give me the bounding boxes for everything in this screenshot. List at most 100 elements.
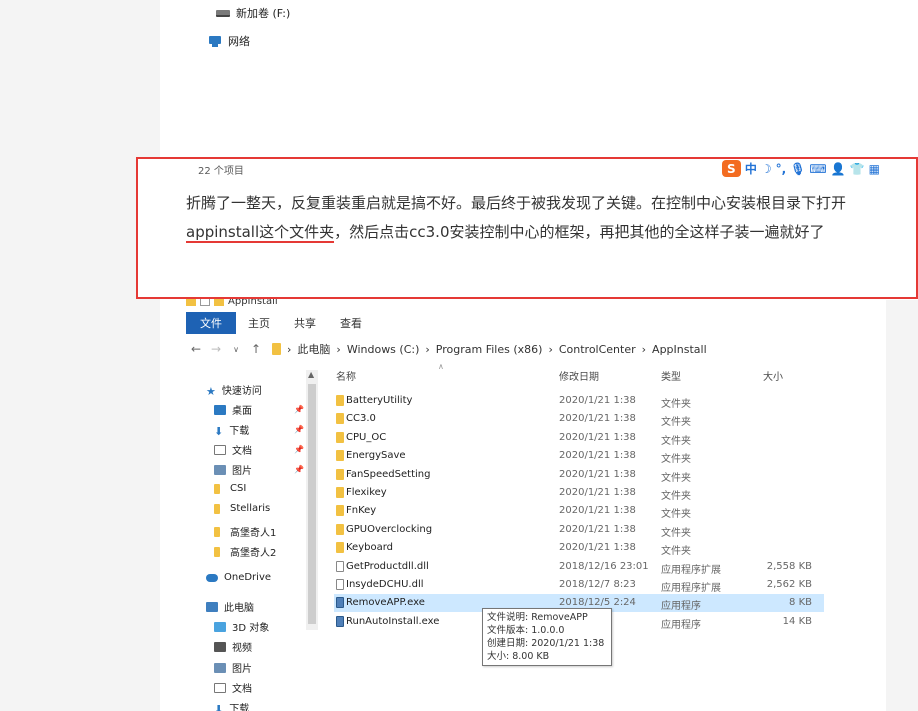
folder-icon (336, 431, 344, 443)
nav-documents-2[interactable]: 文档 (214, 680, 324, 695)
breadcrumb-controlcenter[interactable]: ControlCenter (559, 343, 636, 356)
breadcrumb-separator-icon: › (641, 342, 647, 356)
file-modified: 2020/1/21 1:38 (559, 542, 636, 554)
breadcrumb-program-files[interactable]: Program Files (x86) (436, 343, 543, 356)
table-row[interactable]: GetProductdll.dll 2018/12/16 23:01 应用程序扩展 2… (334, 558, 824, 576)
file-modified: 2020/1/21 1:38 (559, 505, 636, 517)
breadcrumb-this-pc[interactable]: 此电脑 (297, 341, 330, 357)
tab-view[interactable]: 查看 (328, 312, 374, 334)
table-row[interactable]: Keyboard 2020/1/21 1:38 文件夹 (334, 539, 824, 557)
post-comment: 折腾了一整天，反复重装重启就是搞不好。最后终于被我发现了关键。在控制中心安装根目… (186, 189, 896, 247)
file-modified: 2020/1/21 1:38 (559, 450, 636, 462)
folder-icon (336, 523, 344, 535)
pin-icon: 📌 (294, 445, 304, 454)
ime-toolbar: S 中 ☽ °, 🎙 ⌨ 👤 👕 ▦ (721, 160, 880, 177)
table-row[interactable]: FanSpeedSetting 2020/1/21 1:38 文件夹 (334, 466, 824, 484)
nav-downloads-2[interactable]: ⬇ 下载 (214, 700, 324, 711)
up-arrow-icon[interactable]: ↑ (246, 342, 266, 356)
file-name: FnKey (346, 505, 377, 517)
navigation-pane: ★ 快速访问 桌面 📌 ⬇ 下载 📌 文档 📌 图片 📌 CSI Stellar… (186, 370, 318, 711)
file-size: 14 KB (782, 615, 812, 627)
nav-onedrive[interactable]: OneDrive (206, 572, 316, 583)
nav-videos[interactable]: 视频 (214, 639, 324, 654)
microphone-icon[interactable]: 🎙 (790, 160, 805, 177)
table-row[interactable]: CC3.0 2020/1/21 1:38 文件夹 (334, 410, 824, 428)
video-icon (214, 641, 226, 652)
column-size[interactable]: 大小 (763, 368, 783, 383)
half-width-icon[interactable]: ☽ (761, 160, 772, 177)
nav-scrollbar[interactable]: ▲ (306, 370, 318, 630)
file-type: 文件夹 (661, 454, 691, 466)
breadcrumb-appinstall[interactable]: AppInstall (652, 343, 707, 356)
file-name: BatteryUtility (346, 395, 413, 406)
skin-icon[interactable]: 👕 (850, 160, 865, 177)
computer-icon (206, 601, 218, 612)
file-size: 2,558 KB (766, 560, 812, 572)
folder-icon (336, 468, 344, 480)
file-tooltip: 文件说明: RemoveAPP 文件版本: 1.0.0.0 创建日期: 2020… (482, 608, 612, 666)
breadcrumb[interactable]: › 此电脑 › Windows (C:) › Program Files (x8… (272, 341, 707, 357)
table-row[interactable]: FnKey 2020/1/21 1:38 文件夹 (334, 502, 824, 520)
file-type: 应用程序扩展 (661, 583, 721, 594)
keyboard-icon[interactable]: ⌨ (809, 160, 826, 177)
file-modified: 2020/1/21 1:38 (559, 395, 636, 406)
back-arrow-icon[interactable]: ← (186, 342, 206, 356)
column-name[interactable]: 名称 (336, 368, 356, 383)
star-icon: ★ (206, 384, 216, 398)
forward-arrow-icon[interactable]: → (206, 342, 226, 356)
nav-quick-access[interactable]: ★ 快速访问 (206, 382, 316, 398)
chevron-down-icon[interactable]: ∨ (226, 345, 246, 354)
table-row[interactable]: EnergySave 2020/1/21 1:38 文件夹 (334, 447, 824, 465)
file-modified: 2020/1/21 1:38 (559, 431, 636, 443)
table-row[interactable]: Flexikey 2020/1/21 1:38 文件夹 (334, 484, 824, 502)
picture-icon (214, 464, 226, 475)
scrollbar-thumb[interactable] (308, 384, 316, 624)
file-modified: 2020/1/21 1:38 (559, 468, 636, 480)
file-type: 文件夹 (661, 546, 691, 558)
file-name: EnergySave (346, 450, 406, 462)
ime-logo-icon[interactable]: S (721, 160, 741, 177)
file-type: 文件夹 (661, 491, 691, 502)
ime-mode[interactable]: 中 (745, 160, 757, 177)
tooltip-description: 文件说明: RemoveAPP (487, 612, 588, 623)
file-type: 文件夹 (661, 509, 691, 521)
tooltip-size: 大小: 8.00 KB (487, 651, 550, 662)
table-row[interactable]: GPUOverclocking 2020/1/21 1:38 文件夹 (334, 521, 824, 539)
dll-file-icon (336, 560, 344, 572)
ribbon-tabs: 文件 主页 共享 查看 (186, 312, 886, 334)
tab-file[interactable]: 文件 (186, 312, 236, 334)
file-modified: 2020/1/21 1:38 (559, 487, 636, 498)
folder-icon (336, 487, 344, 498)
breadcrumb-windows-c[interactable]: Windows (C:) (347, 343, 420, 356)
tab-home[interactable]: 主页 (236, 312, 282, 334)
scroll-up-icon[interactable]: ▲ (308, 370, 314, 379)
nav-drive-f[interactable]: 新加卷 (F:) (216, 5, 290, 21)
folder-icon (336, 450, 344, 462)
comment-text-part1: 折腾了一整天，反复重装重启就是搞不好。最后终于被我发现了关键。在控制中心安装根目… (186, 194, 847, 212)
pin-icon: 📌 (294, 425, 304, 434)
table-row[interactable]: InsydeDCHU.dll 2018/12/7 8:23 应用程序扩展 2,562 … (334, 576, 824, 594)
file-type: 文件夹 (661, 527, 691, 539)
breadcrumb-separator-icon: › (425, 342, 430, 356)
download-icon: ⬇ (214, 702, 224, 711)
file-name: CC3.0 (346, 413, 376, 425)
table-row[interactable]: CPU_OC 2020/1/21 1:38 文件夹 (334, 429, 824, 447)
file-size: 8 KB (789, 597, 812, 609)
column-modified[interactable]: 修改日期 (559, 368, 599, 383)
folder-icon (336, 542, 344, 554)
folder-icon (214, 526, 220, 537)
file-type: 文件夹 (661, 417, 691, 429)
nav-pictures-2[interactable]: 图片 (214, 660, 324, 675)
column-type[interactable]: 类型 (661, 368, 681, 383)
pin-icon: 📌 (294, 405, 304, 414)
breadcrumb-separator-icon: › (336, 342, 341, 356)
table-row[interactable]: BatteryUtility 2020/1/21 1:38 文件夹 (334, 392, 824, 410)
punctuation-icon[interactable]: °, (776, 160, 787, 177)
tab-share[interactable]: 共享 (282, 312, 328, 334)
grid-menu-icon[interactable]: ▦ (869, 160, 880, 177)
user-icon[interactable]: 👤 (831, 160, 846, 177)
folder-icon (214, 503, 220, 514)
nav-network[interactable]: 网络 (208, 33, 250, 49)
picture-icon (214, 662, 226, 673)
nav-this-pc[interactable]: 此电脑 (206, 599, 316, 614)
